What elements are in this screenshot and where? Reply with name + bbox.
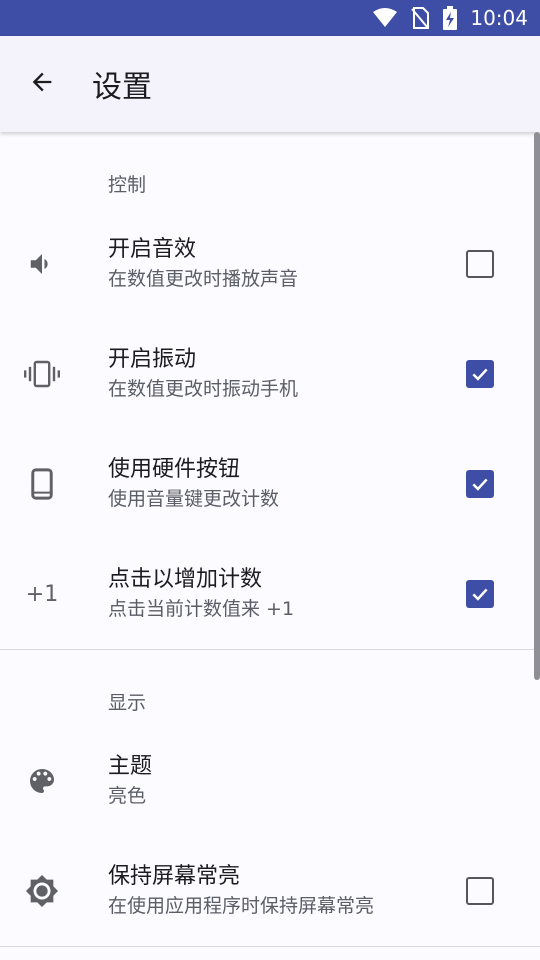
keep-screen-on-checkbox[interactable] — [466, 877, 494, 905]
battery-charging-icon — [442, 6, 458, 30]
setting-summary: 在数值更改时播放声音 — [108, 268, 299, 290]
status-bar: 10:04 — [0, 0, 540, 36]
section-divider — [0, 946, 540, 947]
setting-vibration[interactable]: 开启振动 在数值更改时振动手机 — [0, 319, 540, 429]
scrollbar[interactable] — [534, 132, 540, 680]
setting-title: 开启振动 — [108, 347, 197, 372]
plus-one-icon: +1 — [25, 581, 59, 607]
setting-summary: 在数值更改时振动手机 — [108, 378, 299, 400]
checkmark-icon — [472, 588, 488, 601]
no-sim-icon — [410, 7, 430, 29]
setting-title: 保持屏幕常亮 — [108, 864, 241, 889]
hardware-buttons-checkbox[interactable] — [466, 470, 494, 498]
palette-icon — [20, 759, 64, 803]
vibration-checkbox[interactable] — [466, 360, 494, 388]
setting-title: 主题 — [108, 754, 153, 779]
wifi-icon — [372, 7, 398, 29]
setting-theme[interactable]: 主题 亮色 — [0, 726, 540, 836]
checkmark-icon — [472, 478, 488, 491]
tap-to-increment-checkbox[interactable] — [466, 580, 494, 608]
clock: 10:04 — [470, 6, 528, 30]
section-header-display: 显示 — [108, 692, 147, 714]
setting-tap-to-increment[interactable]: +1 点击以增加计数 点击当前计数值来 +1 — [0, 539, 540, 649]
phone-icon — [20, 462, 64, 506]
brightness-icon — [20, 869, 64, 913]
setting-hardware-buttons[interactable]: 使用硬件按钮 使用音量键更改计数 — [0, 429, 540, 539]
arrow-back-icon — [28, 68, 56, 100]
setting-sound-effects[interactable]: 开启音效 在数值更改时播放声音 — [0, 209, 540, 319]
setting-title: 点击以增加计数 — [108, 567, 263, 592]
settings-list: 控制 开启音效 在数值更改时播放声音 开启振动 在数值更改时振动手机 使用硬件按… — [0, 132, 540, 960]
checkmark-icon — [472, 368, 488, 381]
back-button[interactable] — [0, 36, 84, 132]
section-divider — [0, 649, 540, 650]
sound-effects-checkbox[interactable] — [466, 250, 494, 278]
volume-icon — [20, 242, 64, 286]
page-title: 设置 — [92, 70, 152, 105]
setting-summary: 点击当前计数值来 +1 — [108, 598, 295, 620]
setting-summary: 在使用应用程序时保持屏幕常亮 — [108, 895, 375, 917]
setting-title: 开启音效 — [108, 237, 197, 262]
vibration-icon — [20, 352, 64, 396]
setting-summary: 亮色 — [108, 785, 147, 807]
setting-keep-screen-on[interactable]: 保持屏幕常亮 在使用应用程序时保持屏幕常亮 — [0, 836, 540, 946]
section-header-control: 控制 — [108, 174, 147, 196]
setting-title: 使用硬件按钮 — [108, 457, 241, 482]
app-bar: 设置 — [0, 36, 540, 132]
setting-summary: 使用音量键更改计数 — [108, 488, 280, 510]
